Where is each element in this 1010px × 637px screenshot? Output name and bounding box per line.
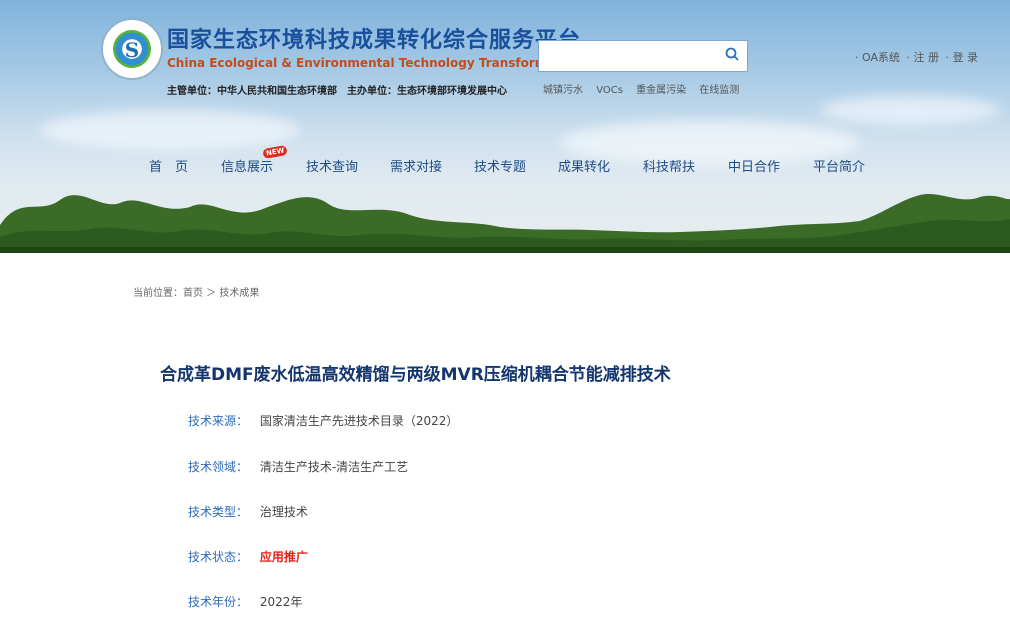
site-title-en: China Ecological & Environmental Technol…	[167, 56, 583, 70]
nav-tech-assistance[interactable]: 科技帮扶	[643, 156, 695, 175]
hot-link[interactable]: VOCs	[596, 85, 623, 96]
nav-tech-query[interactable]: 技术查询	[306, 156, 358, 175]
field-label: 技术年份：	[188, 595, 249, 609]
nav-home[interactable]: 首 页	[149, 156, 188, 175]
nav-info-display[interactable]: 信息展示	[221, 156, 273, 175]
field-label: 技术状态：	[188, 550, 249, 564]
status-value: 应用推广	[259, 550, 308, 564]
top-links: · OA系统 · 注 册 · 登 录	[852, 49, 978, 65]
logo-s-mark: S	[124, 38, 140, 62]
nav-tech-topics[interactable]: 技术专题	[474, 156, 526, 175]
field-tech-domain: 技术领域： 清洁生产技术-清洁生产工艺	[188, 458, 408, 475]
cloud-decoration	[820, 95, 1000, 125]
forest-decoration	[0, 193, 1010, 253]
nav-demand-matching[interactable]: 需求对接	[390, 156, 442, 175]
oa-system-link[interactable]: · OA系统	[855, 51, 900, 64]
hot-link[interactable]: 重金属污染	[636, 85, 686, 96]
field-value: 清洁生产技术-清洁生产工艺	[259, 460, 409, 474]
hot-link[interactable]: 在线监测	[699, 85, 739, 96]
search-input[interactable]	[538, 40, 748, 72]
field-tech-type: 技术类型： 治理技术	[188, 503, 308, 520]
article-title: 合成革DMF废水低温高效精馏与两级MVR压缩机耦合节能减排技术	[160, 365, 671, 385]
nav-achievement-transform[interactable]: 成果转化	[558, 156, 610, 175]
field-value: 治理技术	[259, 505, 308, 519]
cloud-decoration	[40, 110, 300, 150]
search-icon[interactable]	[725, 47, 739, 61]
site-title: 国家生态环境科技成果转化综合服务平台	[167, 28, 582, 53]
site-logo[interactable]: S	[101, 18, 163, 80]
field-tech-year: 技术年份： 2022年	[188, 593, 302, 610]
hot-search-links: 城镇污水 VOCs 重金属污染 在线监测	[543, 81, 749, 96]
nav-platform-intro[interactable]: 平台简介	[813, 156, 865, 175]
field-value: 2022年	[259, 595, 303, 609]
field-value: 国家清洁生产先进技术目录（2022）	[259, 414, 459, 428]
hot-link[interactable]: 城镇污水	[543, 85, 583, 96]
login-link[interactable]: · 登 录	[945, 51, 978, 64]
site-subtitle: 主管单位：中华人民共和国生态环境部 主办单位：生态环境部环境发展中心	[167, 86, 507, 97]
logo-emblem: S	[113, 30, 151, 68]
header-banner: S 国家生态环境科技成果转化综合服务平台 China Ecological & …	[0, 0, 1010, 253]
main-nav: 首 页 信息展示 技术查询 需求对接 技术专题 成果转化 科技帮扶 中日合作 平…	[0, 151, 1010, 179]
field-label: 技术来源：	[188, 414, 249, 428]
register-link[interactable]: · 注 册	[906, 51, 939, 64]
field-label: 技术类型：	[188, 505, 249, 519]
field-tech-status: 技术状态： 应用推广	[188, 548, 308, 565]
field-label: 技术领域：	[188, 460, 249, 474]
nav-sino-japan[interactable]: 中日合作	[728, 156, 780, 175]
field-tech-source: 技术来源： 国家清洁生产先进技术目录（2022）	[188, 412, 458, 429]
breadcrumb: 当前位置：首页 ＞ 技术成果	[133, 288, 260, 299]
